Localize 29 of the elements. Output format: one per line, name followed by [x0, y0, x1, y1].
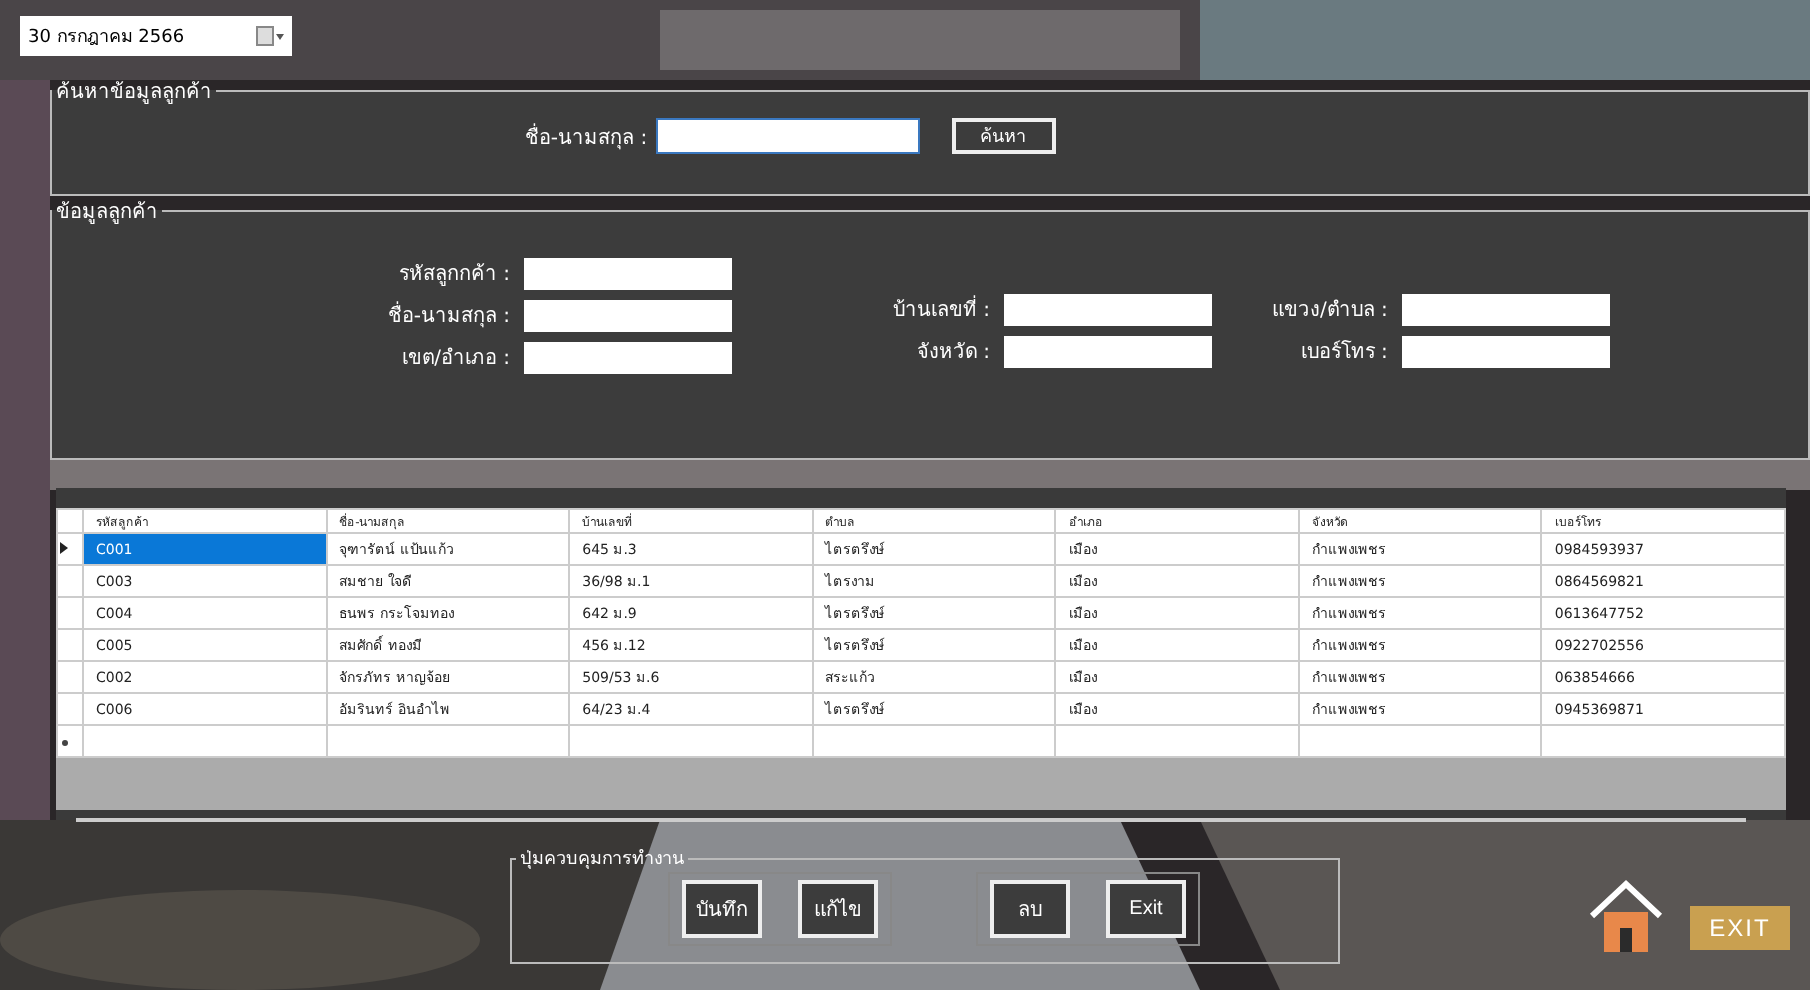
input-field[interactable]: [1401, 293, 1610, 325]
home-icon[interactable]: [1586, 876, 1666, 956]
input-field[interactable]: [524, 257, 732, 289]
action-button[interactable]: Exit: [1106, 880, 1186, 938]
calendar-icon: [256, 26, 284, 46]
field-label: รหัสลูกกค้า :: [398, 261, 510, 288]
input-field[interactable]: [524, 299, 732, 331]
field-label: ชื่อ-นามสกุล :: [524, 121, 648, 151]
field-label: บ้านเลขที่ :: [892, 294, 990, 324]
field-label: จังหวัด :: [916, 340, 990, 366]
input-field[interactable]: [1401, 335, 1610, 367]
field-label: แขวง/ตำบล :: [1272, 297, 1388, 324]
group-title: ค้นหาข้อมูลลูกค้า: [54, 79, 214, 106]
field-label: เบอร์โทร :: [1300, 338, 1388, 366]
scrollbar[interactable]: [76, 818, 1746, 822]
action-button[interactable]: แก้ไข: [798, 880, 878, 938]
field-label: เขต/อำเภอ :: [402, 345, 510, 372]
date-picker[interactable]: 30 กรกฎาคม 2566: [20, 16, 292, 56]
input-field[interactable]: [1004, 293, 1212, 325]
search-field[interactable]: [655, 118, 920, 154]
group-title: ข้อมูลลูกค้า: [54, 199, 160, 226]
input-field[interactable]: [524, 341, 732, 373]
search-button[interactable]: ค้นหา: [951, 118, 1056, 154]
field-label: ชื่อ-นามสกุล :: [387, 300, 510, 330]
group-title: ปุ่มควบคุมการทำงาน: [518, 847, 686, 872]
action-button[interactable]: ลบ: [990, 880, 1070, 938]
input-field[interactable]: [1004, 335, 1212, 367]
new-row-icon: [61, 739, 67, 745]
action-button[interactable]: บันทึก: [682, 880, 762, 938]
